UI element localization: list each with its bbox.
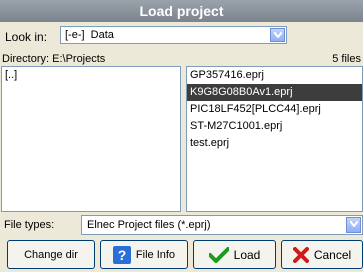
svg-text:?: ? <box>118 247 127 263</box>
file-item[interactable]: ST-M27C1001.eprj <box>187 118 362 135</box>
file-item-selected[interactable]: K9G8G08B0Av1.eprj <box>187 84 362 101</box>
help-icon: ? <box>112 245 131 264</box>
check-icon <box>208 246 229 263</box>
cancel-label: Cancel <box>313 247 352 262</box>
file-item[interactable]: PIC18LF452[PLCC44].eprj <box>187 101 362 118</box>
file-item[interactable]: GP357416.eprj <box>187 67 362 84</box>
load-button[interactable]: Load <box>193 240 276 269</box>
chevron-down-icon[interactable] <box>270 28 285 42</box>
file-info-button[interactable]: ? File Info <box>100 240 188 269</box>
x-icon <box>292 246 309 263</box>
directory-list[interactable]: [..] <box>1 66 181 212</box>
file-item[interactable]: test.eprj <box>187 135 362 152</box>
directory-path: Directory: E:\Projects <box>2 53 106 65</box>
look-in-label: Look in: <box>5 30 48 44</box>
window-title: Load project <box>0 0 363 22</box>
file-info-label: File Info <box>135 248 176 261</box>
directory-item[interactable]: [..] <box>2 67 180 84</box>
chevron-down-icon[interactable] <box>346 217 361 233</box>
load-label: Load <box>233 247 261 262</box>
file-count: 5 files <box>332 53 361 65</box>
change-dir-label: Change dir <box>24 248 78 261</box>
file-types-label: File types: <box>4 219 55 231</box>
cancel-button[interactable]: Cancel <box>281 240 363 269</box>
change-dir-button[interactable]: Change dir <box>7 240 95 269</box>
look-in-select[interactable]: [-e-] Data <box>60 26 287 44</box>
file-types-value: Elnec Project files (*.eprj) <box>87 219 211 231</box>
file-list[interactable]: GP357416.eprj K9G8G08B0Av1.eprj PIC18LF4… <box>186 66 363 212</box>
file-types-select[interactable]: Elnec Project files (*.eprj) <box>81 215 363 235</box>
look-in-value: [-e-] Data <box>65 29 114 41</box>
